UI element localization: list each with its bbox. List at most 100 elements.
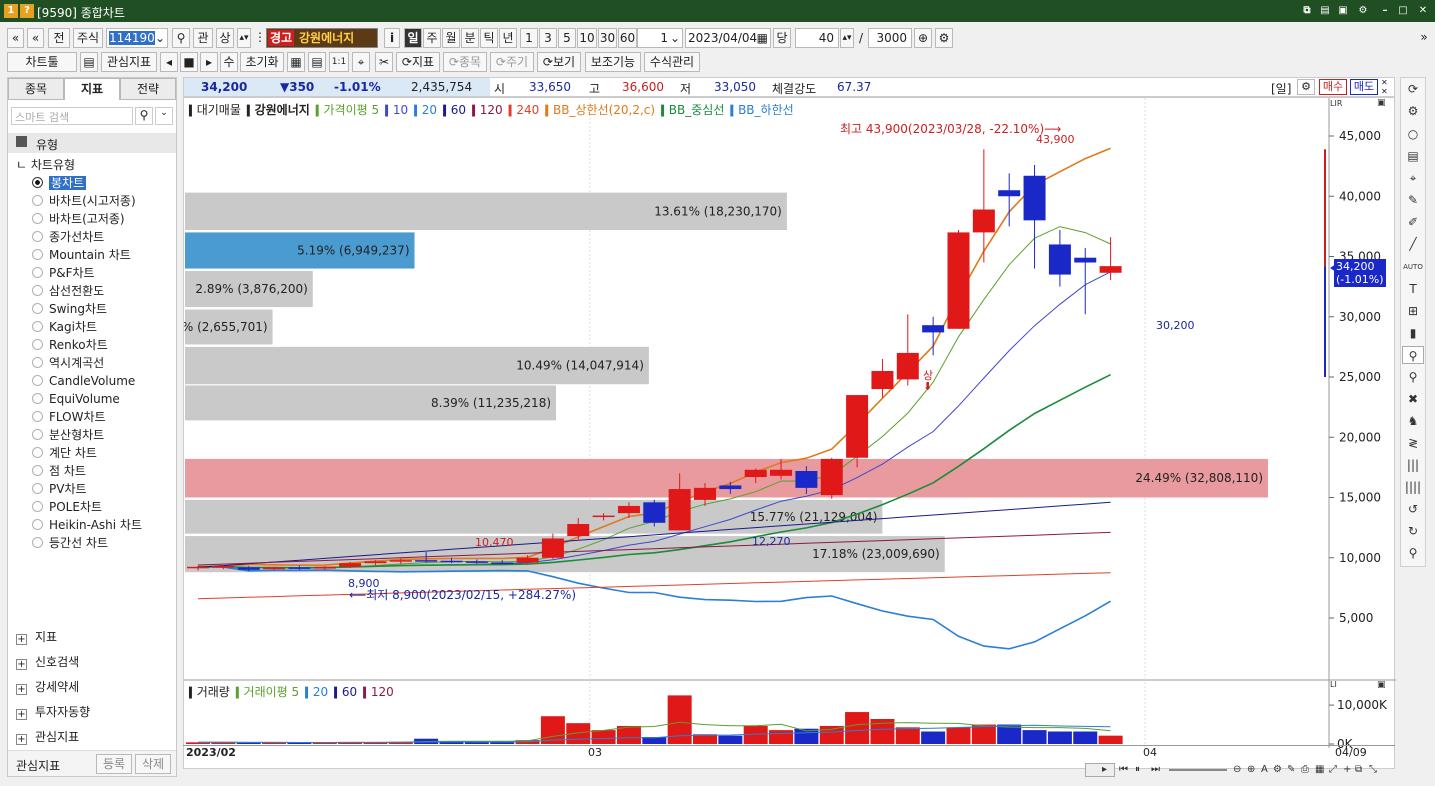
volume-bar[interactable] (946, 727, 971, 744)
volume-bar[interactable] (743, 725, 768, 744)
candle-body[interactable] (567, 524, 590, 537)
section-item[interactable]: + 신호검색 (16, 654, 79, 670)
candle-body[interactable] (415, 560, 438, 562)
paint-icon[interactable]: ✎ (1287, 764, 1295, 775)
gear-icon[interactable]: ⚙ (935, 28, 953, 48)
candle-icon[interactable]: ▮ (1402, 324, 1424, 342)
candle-body[interactable] (770, 469, 793, 476)
prev-button[interactable]: 전 (48, 28, 70, 48)
radio-icon[interactable] (32, 285, 43, 296)
first-icon[interactable]: ⏮ (1119, 764, 1128, 775)
candle-body[interactable] (947, 232, 970, 329)
volume-bar[interactable] (591, 730, 616, 744)
period-button-5[interactable]: 년 (499, 28, 517, 48)
candle-body[interactable] (643, 502, 666, 523)
radio-icon[interactable] (32, 429, 43, 440)
candle-body[interactable] (237, 567, 260, 570)
period-button-0[interactable]: 일 (404, 28, 422, 48)
print-icon[interactable]: ⎙ (1301, 764, 1309, 775)
candle-body[interactable] (820, 458, 843, 496)
candle-body[interactable] (465, 561, 488, 563)
auto-icon[interactable]: AUTO (1402, 258, 1424, 276)
zoom-icon[interactable]: ⚲ (1402, 346, 1424, 364)
close-icon[interactable]: ✕ (1416, 4, 1430, 18)
pause-icon[interactable]: ⏸ (1135, 764, 1140, 775)
save-icon[interactable]: ▤ (80, 52, 98, 72)
crosshair-icon[interactable]: ⌖ (1402, 169, 1424, 187)
search-icon[interactable]: ⚲ (135, 107, 153, 125)
minute-button-10[interactable]: 10 (577, 28, 597, 48)
expand-plus-icon[interactable]: + (16, 659, 27, 670)
dang-button[interactable]: 당 (773, 28, 791, 48)
crosshair-icon[interactable]: ⌖ (352, 52, 370, 72)
chart-type-item[interactable]: 봉차트 (32, 175, 87, 191)
volume-bar[interactable] (819, 725, 844, 744)
candle-body[interactable] (491, 562, 514, 565)
expand-icon[interactable]: ⤢ (1329, 764, 1337, 775)
radio-icon[interactable] (32, 375, 43, 386)
zoom-out-icon[interactable]: ⊖ (1233, 764, 1241, 775)
minute-button-1[interactable]: 1 (520, 28, 538, 48)
refresh-icon[interactable]: ⟳ (1402, 80, 1424, 98)
candle-body[interactable] (617, 505, 640, 514)
chart-type-item[interactable]: FLOW차트 (32, 409, 106, 425)
expand-plus-icon[interactable]: + (16, 634, 27, 645)
chart-tools-button[interactable]: 차트툴 (7, 52, 77, 72)
candle-body[interactable] (795, 470, 818, 488)
legend-item[interactable]: ▍BB_상한선(20,2,c) (545, 103, 655, 117)
add-icon[interactable]: + (1343, 764, 1351, 775)
radio-icon[interactable] (32, 321, 43, 332)
max-count-input[interactable]: 3000 (868, 28, 912, 48)
candle-body[interactable] (339, 563, 362, 567)
section-item[interactable]: + 지표 (16, 629, 57, 645)
formula-manage-button[interactable]: 수식관리 (644, 52, 700, 72)
search-icon[interactable]: ⚲ (1402, 368, 1424, 386)
legend-item[interactable]: ▍10 (385, 103, 408, 117)
radio-icon[interactable] (32, 447, 43, 458)
legend-item[interactable]: ▍대기매물 (189, 103, 241, 117)
expand-icon[interactable]: » (1418, 28, 1430, 48)
candle-body[interactable] (187, 566, 209, 569)
bars2-icon[interactable]: |||| (1402, 478, 1424, 496)
legend-item[interactable]: ▍240 (509, 103, 540, 117)
unit-select[interactable]: 1 ⌄ (637, 28, 683, 48)
screenshot-icon[interactable]: ▣ (1336, 4, 1350, 18)
chart-type-item[interactable]: Swing차트 (32, 301, 107, 317)
table-icon[interactable]: ▤ (308, 52, 326, 72)
volume-bar[interactable] (1098, 735, 1123, 744)
period-button-3[interactable]: 분 (461, 28, 479, 48)
radio-icon[interactable] (32, 393, 43, 404)
volume-bar[interactable] (1022, 730, 1047, 744)
chart-type-item[interactable]: Mountain 차트 (32, 247, 131, 263)
help-icon[interactable]: ? (20, 4, 34, 18)
chart-type-item[interactable]: 등간선 차트 (32, 535, 108, 551)
smart-search-input[interactable]: 스마트 검색 (11, 107, 133, 125)
chart-type-item[interactable]: 역시계곡선 (32, 355, 104, 371)
bb-lower-line[interactable] (197, 566, 1111, 650)
calendar-icon[interactable]: ▦ (757, 29, 768, 47)
volume-bar[interactable] (895, 727, 920, 744)
candle-body[interactable] (871, 370, 894, 390)
volume-bar[interactable] (236, 742, 261, 744)
radio-icon[interactable] (32, 411, 43, 422)
spin-icon[interactable]: ▴▾ (237, 28, 251, 48)
minute-button-5[interactable]: 5 (558, 28, 576, 48)
zoom-slider[interactable] (1169, 769, 1227, 771)
radio-icon[interactable] (32, 231, 43, 242)
radio-icon[interactable] (32, 501, 43, 512)
chart-svg[interactable]: 13.61% (18,230,170) 5.19% (6,949,237) 2.89… (184, 98, 1396, 770)
left-tab-1[interactable]: 지표 (64, 78, 120, 100)
period-button-4[interactable]: 틱 (480, 28, 498, 48)
volume-bar[interactable] (845, 712, 870, 744)
tools-icon[interactable]: ✖ (1402, 390, 1424, 408)
legend-item[interactable]: ▍60 (334, 685, 357, 699)
buy-button[interactable]: 매수 (1319, 79, 1347, 95)
zoom-in-icon[interactable]: ⊕ (1247, 764, 1255, 775)
chart-type-item[interactable]: 분산형차트 (32, 427, 104, 443)
legend-item[interactable]: ▍강원에너지 (247, 103, 310, 117)
text-icon[interactable]: T (1402, 280, 1424, 298)
sell-button[interactable]: 매도 (1350, 79, 1378, 95)
radio-icon[interactable] (32, 537, 43, 548)
candle-body[interactable] (896, 352, 919, 380)
chart-type-item[interactable]: 종가선차트 (32, 229, 104, 245)
